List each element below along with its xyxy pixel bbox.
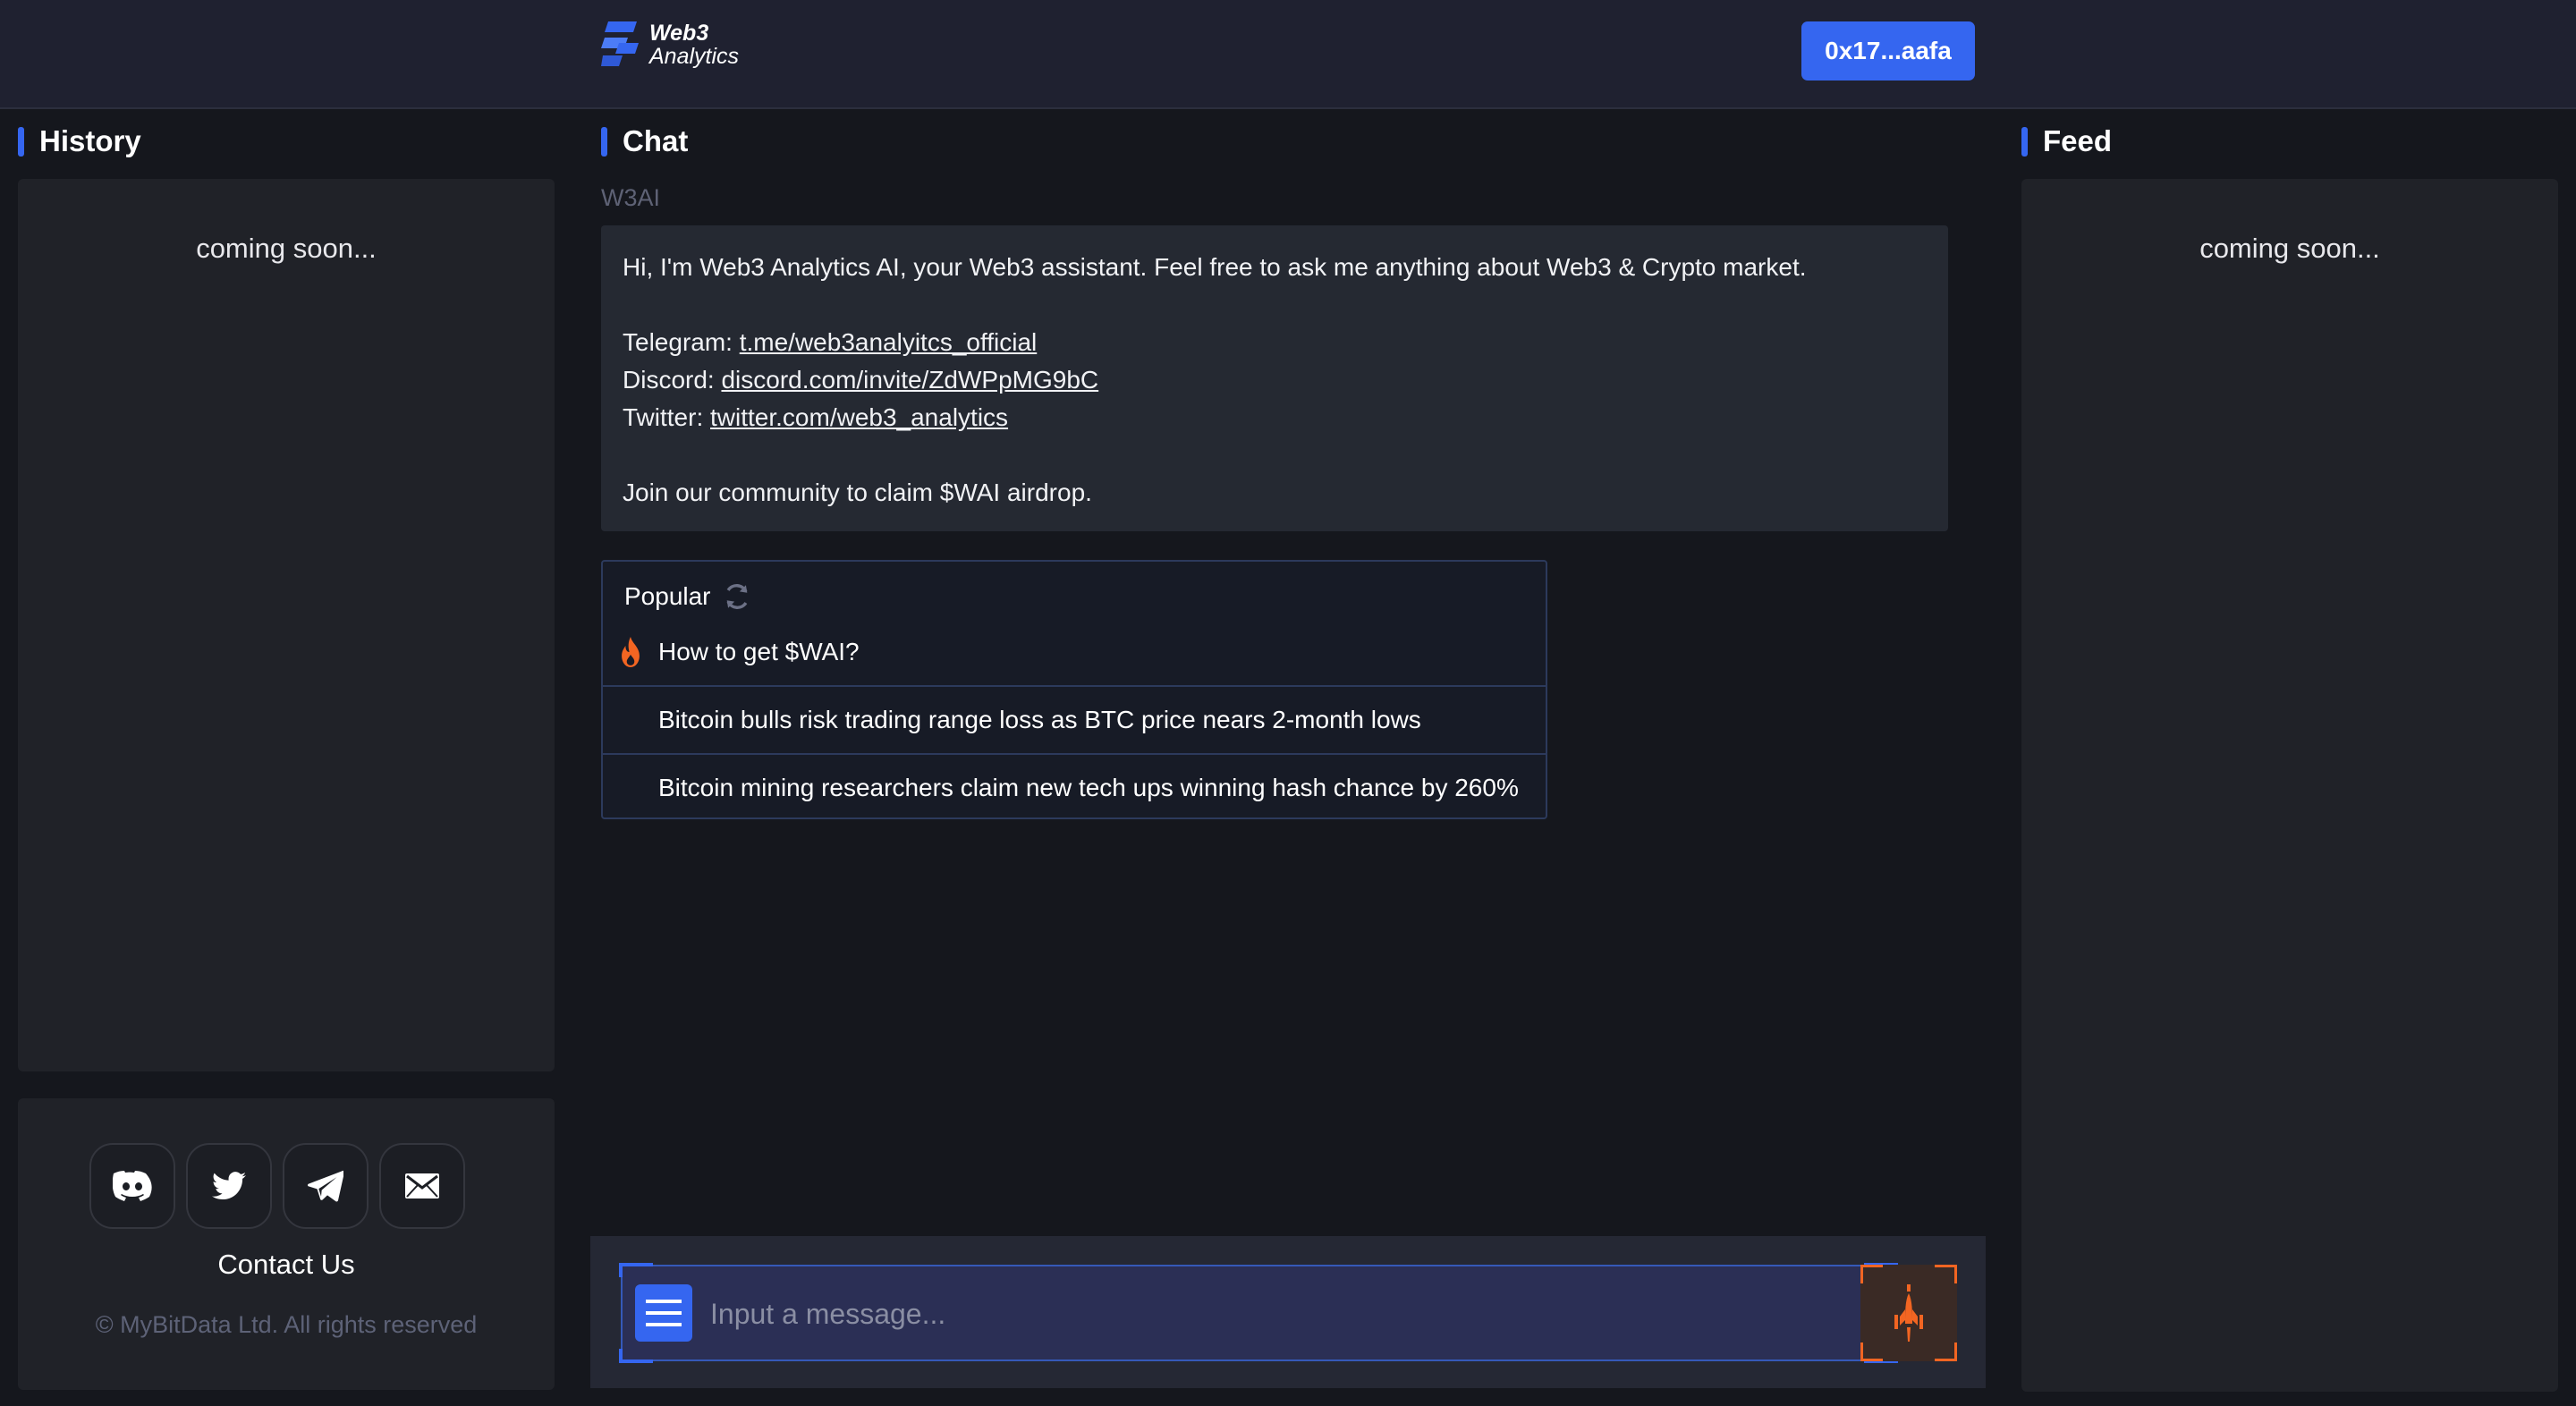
copyright-text: © MyBitData Ltd. All rights reserved	[95, 1311, 478, 1338]
popular-item-text: Bitcoin bulls risk trading range loss as…	[658, 706, 1421, 733]
message-composer	[590, 1236, 1986, 1388]
twitter-button[interactable]	[186, 1143, 272, 1229]
history-placeholder: coming soon...	[196, 233, 377, 264]
logo-text-line2: Analytics	[649, 44, 740, 69]
feed-title: Feed	[2021, 125, 2112, 157]
twitter-link[interactable]: twitter.com/web3_analytics	[710, 403, 1008, 431]
discord-label: Discord:	[623, 366, 722, 394]
send-button[interactable]	[1860, 1265, 1957, 1361]
history-panel: coming soon...	[18, 179, 555, 1071]
popular-item-text: Bitcoin mining researchers claim new tec…	[658, 774, 1519, 801]
social-links	[89, 1143, 465, 1229]
top-header: Web3 Analytics 0x17...aafa	[0, 0, 2576, 109]
hamburger-menu-icon	[646, 1300, 682, 1326]
feed-panel: coming soon...	[2021, 179, 2558, 1392]
popular-item-2[interactable]: Bitcoin bulls risk trading range loss as…	[603, 685, 1546, 753]
fire-icon	[622, 637, 640, 667]
logo-text-line1: Web3	[649, 21, 709, 46]
feed-placeholder: coming soon...	[2199, 233, 2380, 264]
discord-button[interactable]	[89, 1143, 175, 1229]
refresh-icon[interactable]	[722, 581, 752, 612]
telegram-button[interactable]	[283, 1143, 369, 1229]
history-title: History	[18, 125, 141, 157]
wallet-address-button[interactable]: 0x17...aafa	[1801, 21, 1975, 80]
contact-us-link[interactable]: Contact Us	[18, 1249, 555, 1281]
telegram-icon	[308, 1170, 343, 1202]
message-input[interactable]	[708, 1286, 1875, 1342]
menu-button[interactable]	[635, 1284, 692, 1342]
mail-button[interactable]	[379, 1143, 465, 1229]
telegram-link[interactable]: t.me/web3analyitcs_official	[740, 328, 1038, 356]
popular-questions-panel: Popular How to get $WAI? Bitcoin bulls r…	[601, 560, 1547, 819]
contact-panel: Contact Us © MyBitData Ltd. All rights r…	[18, 1098, 555, 1390]
message-outro: Join our community to claim $WAI airdrop…	[623, 479, 1092, 506]
twitter-label: Twitter:	[623, 403, 711, 431]
message-sender: W3AI	[601, 184, 661, 211]
telegram-label: Telegram:	[623, 328, 740, 356]
message-input-box	[619, 1263, 1898, 1363]
message-intro: Hi, I'm Web3 Analytics AI, your Web3 ass…	[623, 253, 1807, 281]
ai-message-bubble: Hi, I'm Web3 Analytics AI, your Web3 ass…	[601, 225, 1948, 531]
popular-title: Popular	[624, 582, 711, 610]
twitter-icon	[212, 1172, 246, 1200]
app-logo[interactable]: Web3 Analytics	[601, 20, 739, 70]
popular-item-text: How to get $WAI?	[658, 638, 860, 665]
chat-title: Chat	[601, 125, 688, 157]
discord-icon	[113, 1171, 152, 1201]
popular-item-1[interactable]: How to get $WAI?	[603, 619, 1546, 685]
discord-link[interactable]: discord.com/invite/ZdWPpMG9bC	[721, 366, 1098, 394]
logo-icon	[601, 21, 639, 68]
popular-item-3[interactable]: Bitcoin mining researchers claim new tec…	[603, 753, 1546, 821]
rocket-send-icon	[1894, 1284, 1923, 1342]
mail-icon	[405, 1173, 439, 1198]
